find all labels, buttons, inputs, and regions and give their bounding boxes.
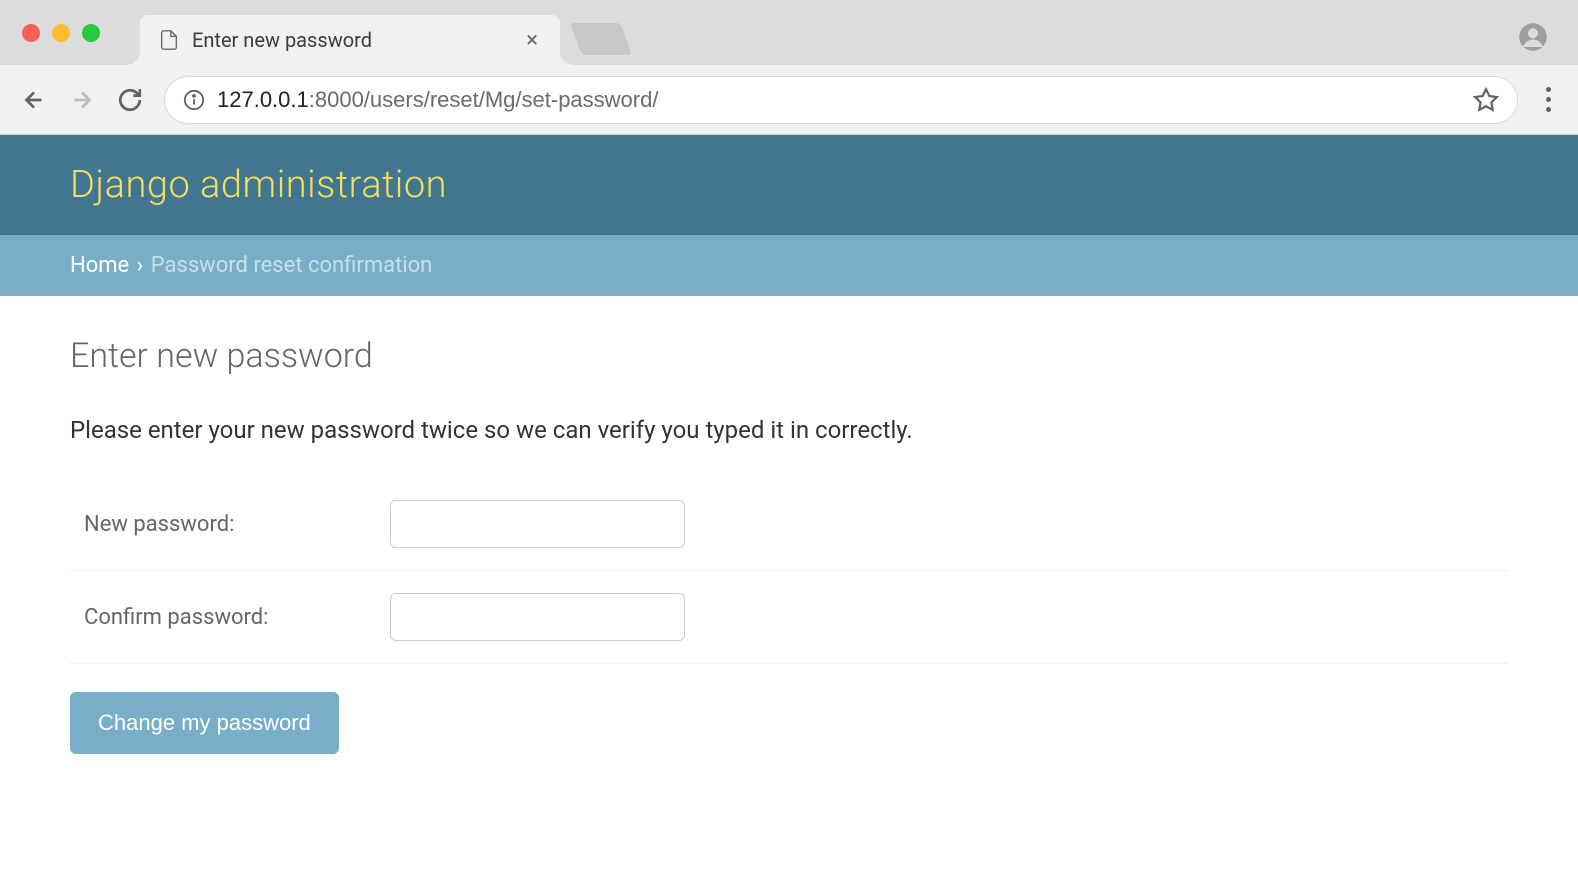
window-controls: [22, 24, 100, 42]
new-password-label: New password:: [70, 512, 390, 537]
tab-title: Enter new password: [192, 28, 522, 52]
tab-close-button[interactable]: ×: [522, 28, 542, 53]
site-info-icon[interactable]: [183, 89, 205, 111]
back-button[interactable]: [20, 86, 48, 114]
confirm-password-row: Confirm password:: [70, 571, 1508, 664]
reload-button[interactable]: [116, 86, 144, 114]
submit-row: Change my password: [70, 692, 1508, 754]
change-password-button[interactable]: Change my password: [70, 692, 339, 754]
browser-menu-button[interactable]: [1538, 87, 1558, 112]
site-title: Django administration: [70, 163, 1508, 207]
page-heading: Enter new password: [70, 336, 1508, 376]
breadcrumb-separator: ›: [137, 253, 144, 278]
breadcrumb-current: Password reset confirmation: [151, 253, 433, 278]
bookmark-star-icon[interactable]: [1473, 87, 1499, 113]
window-close-button[interactable]: [22, 24, 40, 42]
new-tab-button[interactable]: [570, 23, 632, 55]
confirm-password-input[interactable]: [390, 593, 685, 641]
browser-tab-bar: Enter new password ×: [0, 0, 1578, 65]
page-content: Enter new password Please enter your new…: [0, 296, 1578, 794]
instructions-text: Please enter your new password twice so …: [70, 416, 1508, 444]
profile-icon[interactable]: [1518, 22, 1548, 52]
url-text: 127.0.0.1:8000/users/reset/Mg/set-passwo…: [217, 87, 1461, 113]
breadcrumb-home-link[interactable]: Home: [70, 253, 129, 278]
forward-button[interactable]: [68, 86, 96, 114]
browser-toolbar: 127.0.0.1:8000/users/reset/Mg/set-passwo…: [0, 65, 1578, 135]
browser-tab[interactable]: Enter new password ×: [140, 15, 560, 65]
breadcrumb: Home › Password reset confirmation: [0, 235, 1578, 296]
file-icon: [158, 29, 180, 51]
django-header: Django administration: [0, 135, 1578, 235]
window-minimize-button[interactable]: [52, 24, 70, 42]
window-maximize-button[interactable]: [82, 24, 100, 42]
confirm-password-label: Confirm password:: [70, 605, 390, 630]
url-host: 127.0.0.1: [217, 87, 309, 112]
url-bar[interactable]: 127.0.0.1:8000/users/reset/Mg/set-passwo…: [164, 76, 1518, 124]
new-password-row: New password:: [70, 492, 1508, 571]
url-path: :8000/users/reset/Mg/set-password/: [309, 87, 659, 112]
new-password-input[interactable]: [390, 500, 685, 548]
